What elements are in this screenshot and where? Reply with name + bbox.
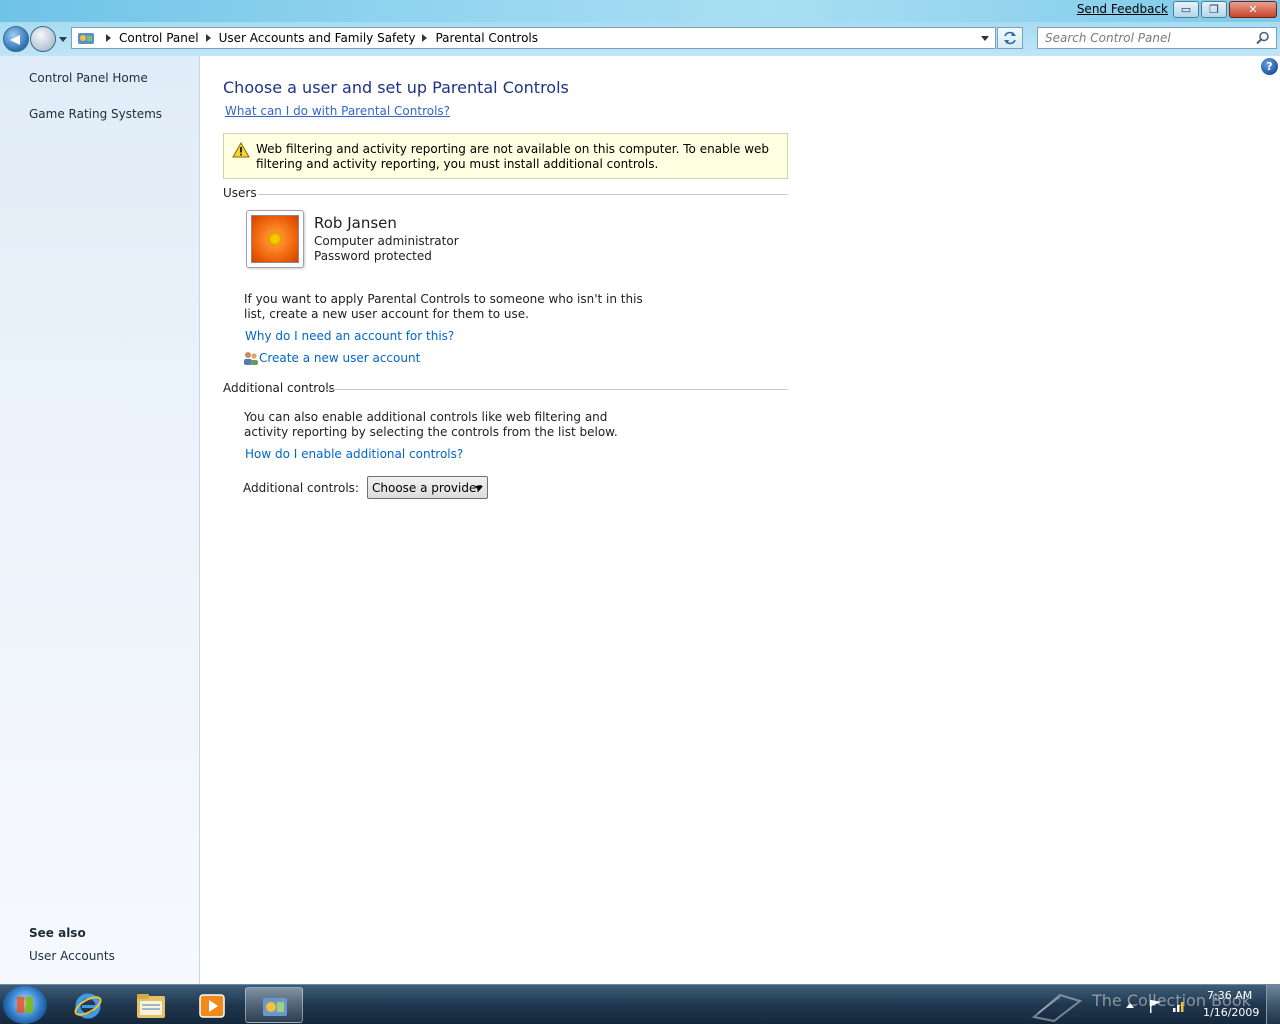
close-button[interactable]: ✕ [1229,1,1277,18]
action-center-flag-icon[interactable] [1147,999,1163,1013]
control-panel-icon [78,33,94,44]
user-role: Computer administrator [314,234,459,248]
breadcrumb-separator[interactable] [103,33,113,43]
provider-dropdown[interactable]: Choose a provider [367,476,488,499]
show-desktop-button[interactable] [1266,985,1280,1024]
watermark-book-logo [1031,993,1083,1023]
show-hidden-icons-button[interactable] [1126,1003,1134,1009]
search-box[interactable] [1037,27,1277,49]
control-panel-icon [263,998,287,1016]
maximize-button[interactable]: ❐ [1201,1,1227,18]
what-can-i-do-link[interactable]: What can I do with Parental Controls? [225,104,450,118]
title-bar: Send Feedback ▭ ❐ ✕ [0,0,1280,22]
breadcrumb-separator[interactable] [203,33,213,43]
users-section-heading: Users [223,186,257,200]
warning-banner: Web filtering and activity reporting are… [223,133,788,179]
recent-pages-dropdown[interactable] [58,36,68,44]
refresh-icon [1004,31,1016,45]
provider-selected-value: Choose a provider [372,481,482,495]
user-accounts-link[interactable]: User Accounts [29,949,115,963]
page-title: Choose a user and set up Parental Contro… [223,78,569,97]
user-tile[interactable] [246,210,304,268]
warning-icon [232,142,250,158]
breadcrumb-control-panel[interactable]: Control Panel [119,31,199,45]
additional-controls-label: Additional controls: [243,481,359,495]
refresh-button[interactable] [997,27,1023,49]
apply-instructions: If you want to apply Parental Controls t… [244,292,643,321]
warning-text: Web filtering and activity reporting are… [256,142,770,171]
control-panel-home-link[interactable]: Control Panel Home [29,71,148,85]
forward-button[interactable] [30,26,56,52]
taskbar-internet-explorer[interactable] [59,987,117,1023]
address-history-dropdown[interactable] [977,29,993,47]
breadcrumb-user-accounts-family-safety[interactable]: User Accounts and Family Safety [219,31,416,45]
avatar [251,215,299,263]
search-icon[interactable] [1256,31,1270,45]
see-also-heading: See also [29,926,86,940]
search-input[interactable] [1045,31,1245,45]
help-icon[interactable]: ? [1261,58,1278,75]
how-enable-controls-link[interactable]: How do I enable additional controls? [245,447,463,461]
internet-explorer-icon [74,993,102,1019]
game-rating-systems-link[interactable]: Game Rating Systems [29,107,162,121]
user-name[interactable]: Rob Jansen [314,214,397,232]
address-bar[interactable]: Control Panel User Accounts and Family S… [71,27,996,49]
clock-date[interactable]: 1/16/2009 [1203,1006,1259,1019]
taskbar-media-player[interactable] [183,987,241,1023]
users-icon [244,352,258,365]
taskbar: The Collection Book 7:36 AM 1/16/2009 [0,984,1280,1024]
start-button[interactable] [3,986,47,1024]
breadcrumb-separator[interactable] [419,33,429,43]
network-icon[interactable] [1171,999,1187,1013]
media-player-icon [199,994,225,1018]
section-divider [326,389,788,390]
clock-time[interactable]: 7:36 AM [1207,989,1252,1002]
navigation-bar: Control Panel User Accounts and Family S… [0,22,1280,56]
folder-icon [137,994,165,1018]
chevron-down-icon [475,486,483,491]
back-button[interactable] [3,26,29,52]
breadcrumb-parental-controls[interactable]: Parental Controls [435,31,538,45]
taskbar-control-panel[interactable] [245,987,303,1023]
why-account-link[interactable]: Why do I need an account for this? [245,329,454,343]
section-divider [258,194,788,195]
minimize-button[interactable]: ▭ [1173,1,1199,18]
left-task-pane: Control Panel Home Game Rating Systems S… [0,56,200,984]
taskbar-windows-explorer[interactable] [121,987,179,1023]
user-password-status: Password protected [314,249,432,263]
additional-controls-heading: Additional controls [223,381,335,395]
send-feedback-link[interactable]: Send Feedback [1077,2,1168,16]
additional-controls-description: You can also enable additional controls … [244,410,618,439]
create-user-account-link[interactable]: Create a new user account [259,351,420,365]
main-content: ? Choose a user and set up Parental Cont… [201,56,1280,984]
